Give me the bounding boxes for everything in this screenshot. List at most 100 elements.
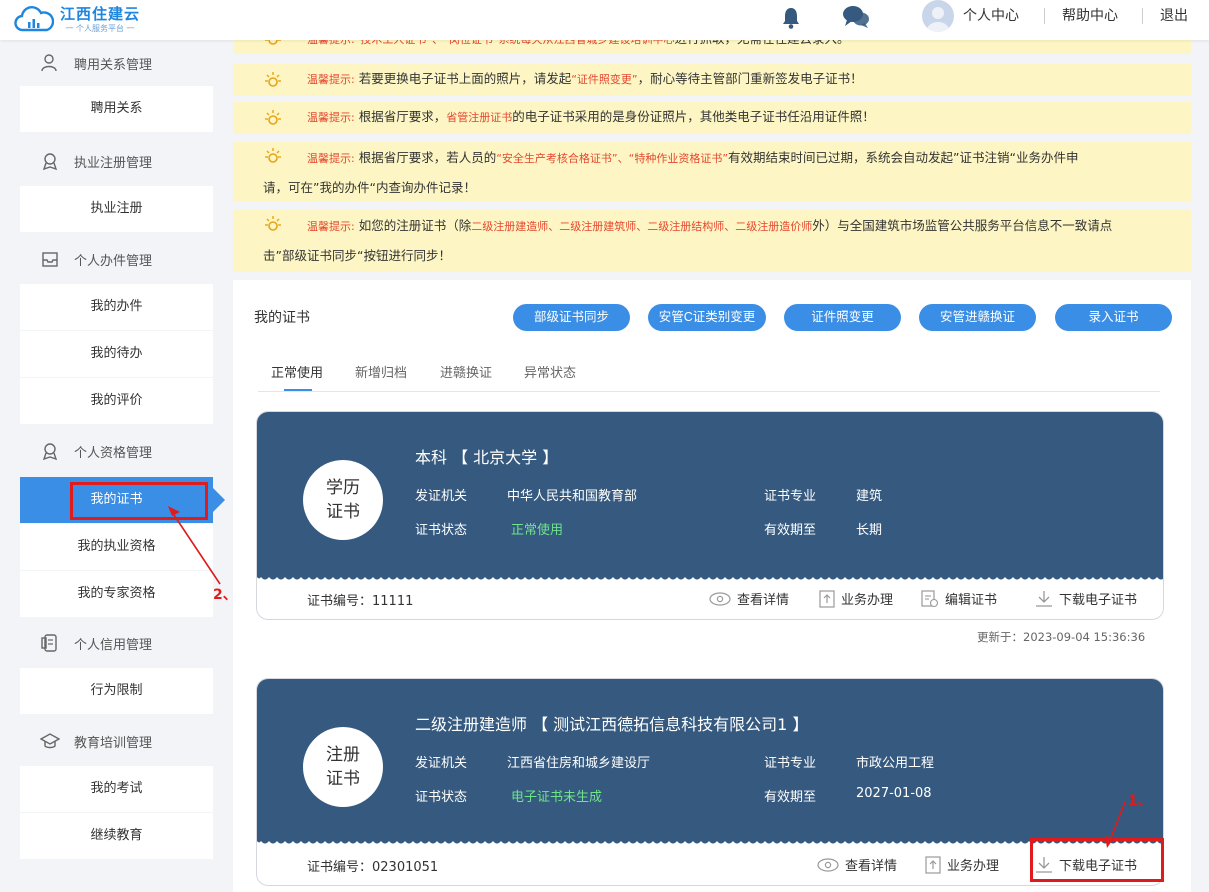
major-value: 建筑 (856, 489, 883, 504)
valid-until-label: 有效期至 (764, 790, 817, 805)
graduation-icon (40, 733, 60, 749)
view-details-action[interactable]: 查看详情 (709, 589, 789, 608)
issuer-label: 发证机关 (415, 756, 468, 771)
action-label: 查看详情 (737, 593, 790, 608)
annotation-step-number: 2、 (213, 587, 237, 603)
lightbulb-icon (265, 216, 281, 231)
valid-until-value: 2027-01-08 (856, 786, 932, 801)
seal-text: 证书 (326, 502, 360, 522)
lightbulb-icon (265, 148, 281, 163)
sidebar-group-affairs[interactable]: 个人办件管理 (20, 236, 213, 282)
notice-text: 的电子证书采用的是身份证照片，其他类电子证书任沿用证件照！ (512, 109, 875, 124)
major-label: 证书专业 (764, 756, 817, 771)
active-item-pointer (213, 488, 225, 512)
card-header (257, 679, 1163, 841)
certificate-card: 注册 证书 二级注册建造师 【 测试江西德拓信息科技有限公司1 】 发证机关 江… (256, 678, 1164, 886)
action-label: 编辑证书 (945, 593, 998, 608)
sidebar-item-my-todo[interactable]: 我的待办 (20, 331, 213, 377)
user-icon (41, 54, 57, 72)
annotation-box (1030, 838, 1164, 882)
sidebar-group-label: 教育培训管理 (74, 735, 153, 751)
notice-row: 温馨提示: 根据省厅要求，省管注册证书的电子证书采用的是身份证照片，其他类电子证… (233, 102, 1191, 134)
notice-text: 外）与全国建筑市场监管公共服务平台信息不一致请点 (812, 218, 1113, 233)
notice-text: 有效期结束时间已过期，系统会自动发起”证书注销“业务办件申 (728, 150, 1079, 165)
sidebar-group-label: 聘用关系管理 (74, 57, 153, 73)
notice-text: 请，可在”我的办件“内查询办件记录！ (263, 180, 476, 195)
tab-new-archive[interactable]: 新增归档 (355, 362, 407, 381)
card-footer: 证书编号：11111 查看详情 业务办理 编辑证书 下载电子证书 (257, 577, 1163, 619)
status-value: 正常使用 (511, 523, 564, 538)
safety-transfer-button[interactable]: 安管进赣换证 (919, 304, 1036, 331)
logout-link[interactable]: 退出 (1160, 6, 1188, 26)
sidebar-item-continuing-education[interactable]: 继续教育 (20, 813, 213, 859)
notice-text: 若要更换电子证书上面的照片，请发起 (358, 71, 572, 86)
sidebar-group-label: 个人办件管理 (74, 253, 153, 269)
notice-text: 根据省厅要求， (358, 109, 447, 124)
certificate-type-seal: 学历 证书 (303, 460, 383, 540)
action-label: 下载电子证书 (1059, 593, 1138, 608)
certificate-number: 证书编号：02301051 (307, 860, 439, 875)
sidebar-item-my-exams[interactable]: 我的考试 (20, 766, 213, 812)
personal-center-link[interactable]: 个人中心 (963, 6, 1019, 26)
sidebar-group-education[interactable]: 教育培训管理 (20, 718, 213, 764)
notice-row: 温馨提示: 根据省厅要求，若人员的“安全生产考核合格证书”、“特种作业资格证书”… (233, 142, 1191, 202)
page-title: 我的证书 (254, 310, 310, 326)
inbox-icon (42, 252, 58, 267)
view-details-action[interactable]: 查看详情 (817, 855, 897, 874)
sidebar-item-behavior-limits[interactable]: 行为限制 (20, 668, 213, 714)
sidebar-group-qualification[interactable]: 个人资格管理 (20, 428, 213, 474)
help-center-link[interactable]: 帮助中心 (1062, 6, 1118, 26)
updated-timestamp: 更新于：2023-09-04 15:36:36 (977, 630, 1146, 644)
top-bar: 江西住建云 一 个人服务平台 一 个人中心 帮助中心 退出 (0, 0, 1209, 40)
certificate-card: 学历 证书 本科 【 北京大学 】 发证机关 中华人民共和国教育部 证书专业 建… (256, 411, 1164, 620)
change-safety-c-category-button[interactable]: 安管C证类别变更 (648, 304, 766, 331)
avatar[interactable] (922, 0, 954, 32)
change-id-photo-button[interactable]: 证件照变更 (784, 304, 901, 331)
logo[interactable]: 江西住建云 一 个人服务平台 一 (14, 2, 140, 38)
sidebar-item-my-reviews[interactable]: 我的评价 (20, 378, 213, 424)
tab-transfer-in[interactable]: 进赣换证 (440, 362, 492, 381)
add-certificate-button[interactable]: 录入证书 (1055, 304, 1172, 331)
tabs-divider (258, 391, 1160, 392)
edit-certificate-action[interactable]: 编辑证书 (921, 589, 997, 608)
upload-doc-icon (925, 855, 941, 874)
notice-label: 温馨提示: (307, 152, 355, 165)
bell-icon[interactable] (779, 6, 803, 30)
eye-icon (817, 857, 839, 872)
valid-until-label: 有效期至 (764, 523, 817, 538)
user-avatar-icon (927, 7, 949, 32)
issuer-label: 发证机关 (415, 489, 468, 504)
notice-text: 击”部级证书同步“按钮进行同步！ (263, 248, 451, 263)
download-e-certificate-action[interactable]: 下载电子证书 (1035, 589, 1137, 608)
sidebar-item-registration[interactable]: 执业注册 (20, 186, 213, 232)
sync-ministry-certificate-button[interactable]: 部级证书同步 (513, 304, 630, 331)
tab-normal-use[interactable]: 正常使用 (271, 362, 323, 381)
lightbulb-icon (265, 72, 281, 87)
sidebar-group-registration[interactable]: 执业注册管理 (20, 138, 213, 184)
sidebar-item-my-practice-qualification[interactable]: 我的执业资格 (20, 524, 213, 570)
major-label: 证书专业 (764, 489, 817, 504)
notice-label: 温馨提示: (307, 220, 355, 233)
chat-icon[interactable] (842, 4, 870, 30)
certificate-title: 本科 【 北京大学 】 (415, 448, 559, 467)
sidebar-group-employment[interactable]: 聘用关系管理 (20, 40, 213, 86)
sidebar-group-credit[interactable]: 个人信用管理 (20, 620, 213, 666)
sidebar-item-employment[interactable]: 聘用关系 (20, 86, 213, 132)
notice-highlight: 二级注册建造师、二级注册建筑师、二级注册结构师、二级注册造价师 (471, 220, 813, 233)
sidebar-item-my-expert-qualification[interactable]: 我的专家资格 (20, 571, 213, 617)
header-separator (1044, 8, 1045, 24)
seal-text: 证书 (326, 769, 360, 789)
logo-title: 江西住建云 (60, 5, 141, 23)
logo-subtitle: 一 个人服务平台 一 (65, 24, 135, 33)
business-handle-action[interactable]: 业务办理 (925, 855, 999, 874)
issuer-value: 江西省住房和城乡建设厅 (507, 756, 651, 771)
sidebar-item-my-affairs[interactable]: 我的办件 (20, 284, 213, 330)
download-icon (1036, 590, 1052, 607)
business-handle-action[interactable]: 业务办理 (819, 589, 893, 608)
tab-abnormal-status[interactable]: 异常状态 (524, 362, 576, 381)
upload-doc-icon (819, 589, 835, 608)
seal-text: 注册 (326, 745, 360, 765)
certificate-type-seal: 注册 证书 (303, 727, 383, 807)
annotation-box (70, 482, 208, 520)
credit-icon (41, 634, 57, 652)
